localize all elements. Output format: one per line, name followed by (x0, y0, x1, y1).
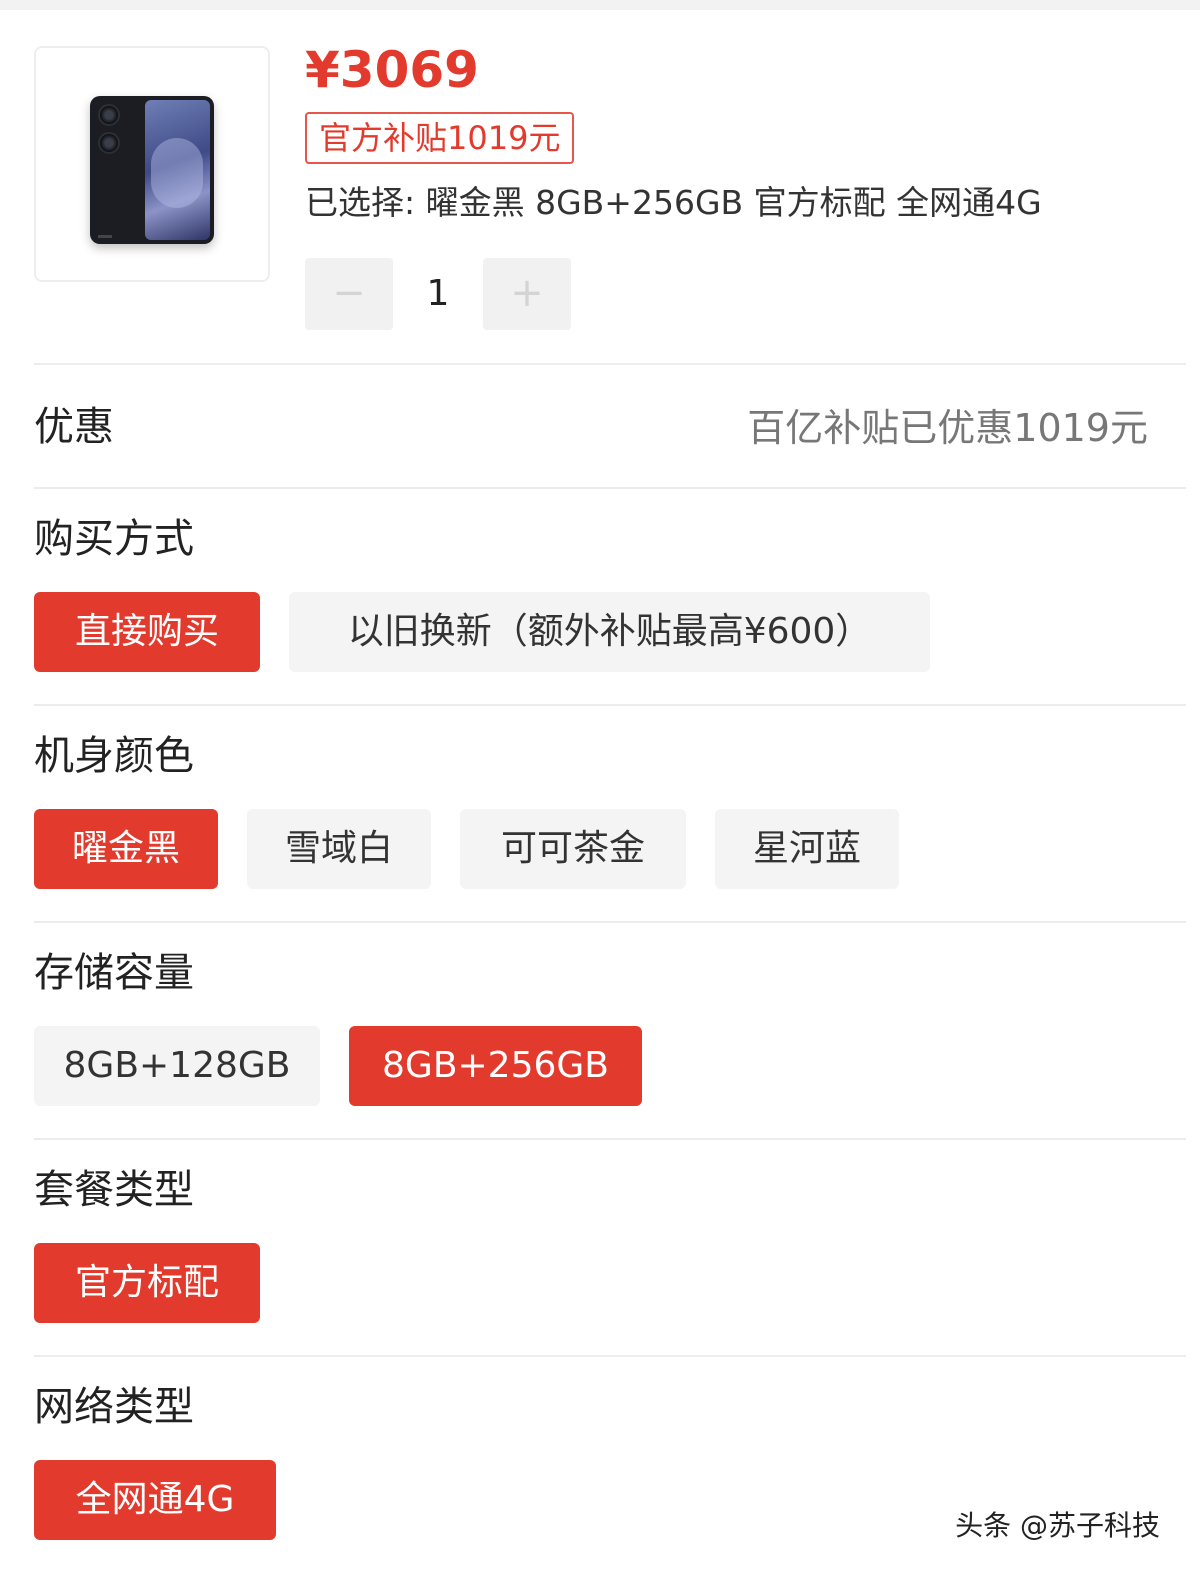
product-price: ¥3069 (305, 41, 479, 99)
phone-screen (145, 100, 210, 240)
product-thumbnail[interactable] (34, 46, 270, 282)
quantity-value[interactable]: 1 (393, 258, 483, 330)
color-option-blue[interactable]: 星河蓝 (715, 809, 899, 889)
quantity-increase-button[interactable]: + (483, 258, 571, 330)
color-option-black[interactable]: 曜金黑 (34, 809, 218, 889)
divider (34, 363, 1186, 365)
color-option-white[interactable]: 雪域白 (247, 809, 431, 889)
divider (34, 921, 1186, 923)
quantity-decrease-button[interactable]: − (305, 258, 393, 330)
purchase-option-direct[interactable]: 直接购买 (34, 592, 260, 672)
storage-option-256[interactable]: 8GB+256GB (349, 1026, 642, 1106)
divider (34, 704, 1186, 706)
divider (34, 1138, 1186, 1140)
storage-title: 存储容量 (34, 950, 194, 996)
camera-lens-icon (98, 104, 120, 126)
network-title: 网络类型 (34, 1384, 194, 1430)
discount-label: 优惠 (34, 404, 114, 450)
network-option-4g[interactable]: 全网通4G (34, 1460, 276, 1540)
product-spec-page: ¥3069 官方补贴1019元 已选择: 曜金黑 8GB+256GB 官方标配 … (0, 0, 1200, 1586)
brand-mark (98, 235, 112, 238)
top-strip (0, 0, 1200, 10)
phone-image (90, 96, 214, 244)
package-option-standard[interactable]: 官方标配 (34, 1243, 260, 1323)
storage-option-128[interactable]: 8GB+128GB (34, 1026, 320, 1106)
camera-lens-icon (98, 132, 120, 154)
divider (34, 1355, 1186, 1357)
purchase-method-title: 购买方式 (34, 516, 194, 562)
package-title: 套餐类型 (34, 1167, 194, 1213)
color-option-gold[interactable]: 可可茶金 (460, 809, 686, 889)
purchase-option-trade-in[interactable]: 以旧换新（额外补贴最高¥600） (289, 592, 930, 672)
color-title: 机身颜色 (34, 733, 194, 779)
subsidy-badge: 官方补贴1019元 (305, 112, 575, 164)
selected-summary: 已选择: 曜金黑 8GB+256GB 官方标配 全网通4G (305, 183, 1042, 222)
divider (34, 487, 1186, 489)
discount-value: 百亿补贴已优惠1019元 (747, 406, 1148, 450)
watermark: 头条 @苏子科技 (955, 1509, 1160, 1542)
